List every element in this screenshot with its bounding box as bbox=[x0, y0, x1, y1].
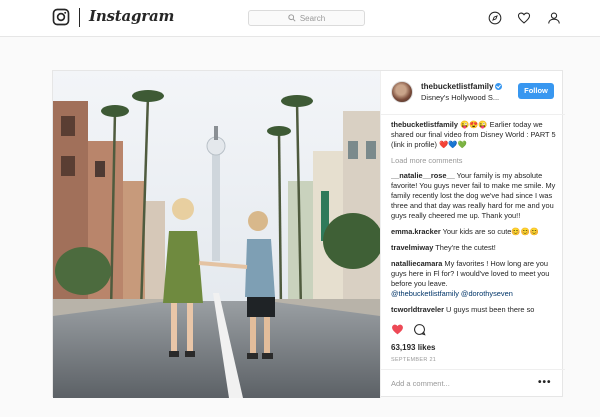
post-username[interactable]: thebucketlistfamily bbox=[421, 82, 503, 91]
add-comment-bar: Add a comment... ••• bbox=[381, 369, 565, 398]
compass-icon[interactable] bbox=[488, 11, 502, 25]
post-location[interactable]: Disney's Hollywood S... bbox=[421, 93, 499, 102]
post-username-text[interactable]: thebucketlistfamily bbox=[421, 82, 493, 91]
likes-count[interactable]: 63,193 likes bbox=[391, 343, 435, 352]
heart-icon[interactable] bbox=[391, 323, 404, 336]
comment-text: U guys must been there so bbox=[444, 305, 535, 314]
more-options-icon[interactable]: ••• bbox=[538, 377, 552, 388]
add-comment-input[interactable]: Add a comment... bbox=[391, 379, 450, 388]
list-item: natalliecamara My favorites ! How long a… bbox=[391, 259, 557, 299]
post-sidebar: thebucketlistfamily Disney's Hollywood S… bbox=[380, 71, 565, 398]
post-date: SEPTEMBER 21 bbox=[391, 357, 437, 363]
comment-mentions[interactable]: @thebucketlistfamily @dorothyseven bbox=[391, 289, 557, 299]
comment-username[interactable]: emma.kracker bbox=[391, 227, 441, 236]
street-scene-illustration bbox=[53, 71, 380, 398]
post-card: thebucketlistfamily Disney's Hollywood S… bbox=[52, 70, 565, 398]
search-placeholder: Search bbox=[299, 13, 326, 23]
comment-username[interactable]: __natalie__rose__ bbox=[391, 171, 455, 180]
top-nav: Instagram Search bbox=[0, 0, 600, 37]
caption-username[interactable]: thebucketlistfamily bbox=[391, 120, 458, 129]
comment-username[interactable]: natalliecamara bbox=[391, 259, 442, 268]
caption: thebucketlistfamily 😜😍😜 Earlier today we… bbox=[391, 120, 557, 150]
comment-icon[interactable] bbox=[413, 323, 426, 336]
profile-icon[interactable] bbox=[547, 11, 561, 25]
search-input[interactable]: Search bbox=[248, 10, 365, 26]
instagram-wordmark[interactable]: Instagram bbox=[89, 7, 174, 25]
post-photo[interactable] bbox=[53, 71, 380, 398]
comment-username[interactable]: tcworldtraveler bbox=[391, 305, 444, 314]
list-item: emma.kracker Your kids are so cute😊😊😊 bbox=[391, 227, 557, 237]
post-actions bbox=[391, 323, 426, 337]
comment-username[interactable]: travelmiway bbox=[391, 243, 433, 252]
instagram-camera-icon[interactable] bbox=[52, 8, 70, 26]
nav-divider bbox=[79, 8, 80, 27]
list-item: __natalie__rose__ Your family is my abso… bbox=[391, 171, 557, 221]
load-more-comments[interactable]: Load more comments bbox=[391, 156, 557, 166]
list-item: tcworldtraveler U guys must been there s… bbox=[391, 305, 557, 315]
comment-text: Your kids are so cute😊😊😊 bbox=[440, 227, 540, 236]
avatar[interactable] bbox=[391, 81, 413, 103]
search-icon bbox=[288, 14, 296, 22]
comments-list: thebucketlistfamily 😜😍😜 Earlier today we… bbox=[391, 120, 557, 336]
post-header: thebucketlistfamily Disney's Hollywood S… bbox=[381, 71, 565, 115]
verified-badge-icon bbox=[495, 83, 503, 90]
list-item: travelmiway They're the cutest! bbox=[391, 243, 557, 253]
heart-icon[interactable] bbox=[517, 11, 531, 25]
comment-text: They're the cutest! bbox=[433, 243, 496, 252]
follow-button[interactable]: Follow bbox=[518, 83, 554, 99]
